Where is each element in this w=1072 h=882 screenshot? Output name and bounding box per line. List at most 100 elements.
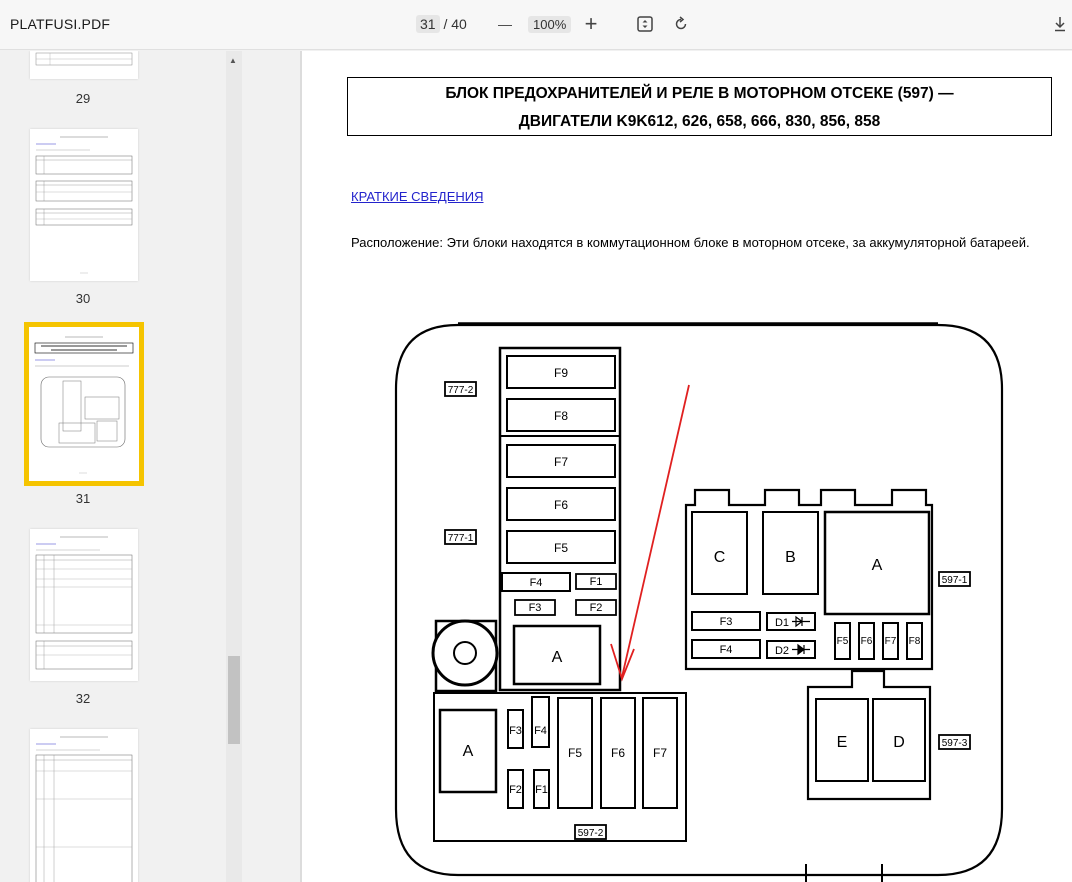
sidebar-scrollbar[interactable] xyxy=(226,51,242,882)
fit-page-button[interactable] xyxy=(633,12,657,36)
svg-text:F3: F3 xyxy=(529,602,542,614)
mini-fuse-f8: F8 xyxy=(906,622,923,660)
svg-text:597-2: 597-2 xyxy=(578,828,604,839)
thumbnail-label: 30 xyxy=(75,291,91,306)
svg-text:C: C xyxy=(714,549,726,566)
fuse-f9: F9 xyxy=(506,355,616,389)
current-page-input[interactable]: 31 xyxy=(416,15,440,33)
document-page: БЛОК ПРЕДОХРАНИТЕЛЕЙ И РЕЛЕ В МОТОРНОМ О… xyxy=(302,51,1072,882)
rotate-icon xyxy=(675,16,687,30)
svg-text:F6: F6 xyxy=(611,746,625,760)
thumbnail-content xyxy=(34,336,134,474)
fuse-f4-small: F4 xyxy=(501,572,571,592)
summary-link[interactable]: КРАТКИЕ СВЕДЕНИЯ xyxy=(351,189,484,204)
download-icon xyxy=(1055,17,1065,32)
svg-text:F7: F7 xyxy=(653,746,667,760)
toolbar: PLATFUSI.PDF 31 / 40 — 100% + xyxy=(0,0,1072,50)
zoom-out-icon: — xyxy=(498,16,512,32)
sidebar-scroll-thumb[interactable] xyxy=(228,656,240,744)
fuse-f3-right: F3 xyxy=(691,611,761,631)
fuse-box-diagram: 777-2 777-1 597-1 597-3 597-2 F9 F8 F7 F… xyxy=(394,322,1004,882)
svg-text:F8: F8 xyxy=(554,409,568,423)
svg-text:777-2: 777-2 xyxy=(448,385,474,396)
svg-text:F3: F3 xyxy=(720,616,733,628)
mini-fuse-f7: F7 xyxy=(882,622,899,660)
fuse-f7: F7 xyxy=(506,444,616,478)
relay-a-left: A xyxy=(512,624,602,686)
svg-text:A: A xyxy=(552,649,563,666)
zoom-in-icon: + xyxy=(584,11,598,36)
svg-text:F7: F7 xyxy=(554,455,568,469)
fuse-f3-bottom: F3 xyxy=(507,709,524,749)
thumbnail-page-32[interactable] xyxy=(30,529,138,681)
relay-c: C xyxy=(691,511,748,595)
svg-text:F6: F6 xyxy=(861,636,873,647)
svg-text:F3: F3 xyxy=(509,725,522,737)
fuse-f2-small: F2 xyxy=(575,599,617,616)
svg-text:A: A xyxy=(872,557,883,574)
fuse-f4-right: F4 xyxy=(691,639,761,659)
thumbnail-page-31[interactable] xyxy=(24,322,144,486)
location-text: Расположение: Эти блоки находятся в комм… xyxy=(351,235,1030,250)
page-title-box: БЛОК ПРЕДОХРАНИТЕЛЕЙ И РЕЛЕ В МОТОРНОМ О… xyxy=(347,77,1052,136)
connector-777-2-label: 777-2 xyxy=(444,381,477,397)
svg-text:D2: D2 xyxy=(775,645,789,657)
zoom-level[interactable]: 100% xyxy=(528,16,572,33)
svg-text:F5: F5 xyxy=(554,541,568,555)
svg-text:597-1: 597-1 xyxy=(942,575,968,586)
connector-597-3-label: 597-3 xyxy=(938,734,971,750)
svg-text:F5: F5 xyxy=(568,746,582,760)
svg-text:F1: F1 xyxy=(535,784,548,796)
connector-597-2-label: 597-2 xyxy=(574,824,607,840)
relay-a-right: A xyxy=(823,510,931,616)
svg-text:E: E xyxy=(837,734,848,751)
page-indicator: 31 / 40 xyxy=(416,15,467,33)
diode-d2: D2 xyxy=(766,640,816,659)
svg-text:F9: F9 xyxy=(554,366,568,380)
thumbnail-content xyxy=(35,536,133,670)
thumbnail-content xyxy=(35,736,133,882)
svg-text:F6: F6 xyxy=(554,498,568,512)
thumbnail-label: 32 xyxy=(75,691,91,706)
thumbnail-page-30[interactable] xyxy=(30,129,138,281)
thumbnail-content xyxy=(35,136,133,274)
sidebar-gutter xyxy=(242,51,300,882)
relay-b: B xyxy=(762,511,819,595)
page-title-line2: ДВИГАТЕЛИ K9K612, 626, 658, 666, 830, 85… xyxy=(518,113,881,130)
relay-e: E xyxy=(815,698,869,782)
svg-text:F4: F4 xyxy=(720,644,733,656)
relay-d: D xyxy=(872,698,926,782)
scroll-up-icon[interactable]: ▲ xyxy=(229,56,237,65)
svg-text:F8: F8 xyxy=(909,636,921,647)
terminal-post xyxy=(431,619,499,693)
diode-d1: D1 xyxy=(766,612,816,631)
thumbnail-page-29[interactable] xyxy=(30,51,138,79)
svg-text:D: D xyxy=(893,734,905,751)
download-button[interactable] xyxy=(1048,12,1072,36)
thumbnail-label: 31 xyxy=(75,491,91,506)
thumbnail-page-33[interactable] xyxy=(30,729,138,882)
zoom-in-button[interactable]: + xyxy=(579,11,603,36)
svg-text:777-1: 777-1 xyxy=(448,533,474,544)
fuse-f8: F8 xyxy=(506,398,616,432)
svg-text:F5: F5 xyxy=(837,636,849,647)
svg-text:F7: F7 xyxy=(885,636,897,647)
zoom-out-button[interactable]: — xyxy=(493,12,517,36)
fuse-f5-bottom: F5 xyxy=(557,697,593,809)
document-title: PLATFUSI.PDF xyxy=(10,16,111,32)
relay-a-bottom: A xyxy=(438,708,498,794)
fuse-f4-bottom: F4 xyxy=(531,696,550,748)
fuse-f1-bottom: F1 xyxy=(533,769,550,809)
mini-fuse-f6: F6 xyxy=(858,622,875,660)
fuse-f7-bottom: F7 xyxy=(642,697,678,809)
fuse-f1-small: F1 xyxy=(575,573,617,590)
fuse-f3-small: F3 xyxy=(514,599,556,616)
fuse-f6: F6 xyxy=(506,487,616,521)
connector-597-1-label: 597-1 xyxy=(938,571,971,587)
fuse-f5: F5 xyxy=(506,530,616,564)
svg-text:597-3: 597-3 xyxy=(942,738,968,749)
svg-text:A: A xyxy=(463,743,474,760)
svg-text:F2: F2 xyxy=(590,602,603,614)
rotate-button[interactable] xyxy=(669,12,693,36)
thumbnail-label: 29 xyxy=(75,91,91,106)
